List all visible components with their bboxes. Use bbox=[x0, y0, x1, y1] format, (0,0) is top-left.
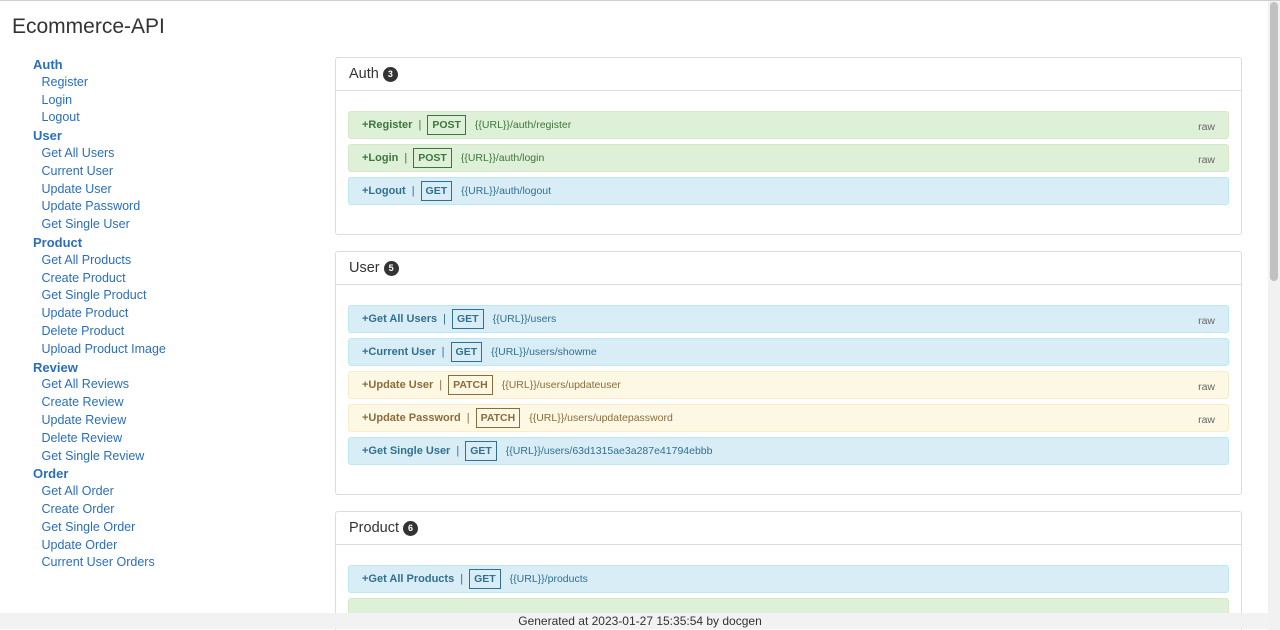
request-url: {{URL}}/auth/logout bbox=[461, 185, 552, 197]
sidebar-item-delete-product[interactable]: Delete Product bbox=[33, 323, 293, 341]
request-url: {{URL}}/users/updateuser bbox=[501, 379, 621, 391]
section-header: Product 6 bbox=[336, 512, 1241, 545]
sidebar-item-update-product[interactable]: Update Product bbox=[33, 305, 293, 323]
request-row-register[interactable]: +Register | POST {{URL}}/auth/register raw bbox=[348, 111, 1229, 139]
separator: | bbox=[404, 152, 408, 164]
request-row-current-user[interactable]: +Current User | GET {{URL}}/users/showme bbox=[348, 338, 1229, 366]
footer: Generated at 2023-01-27 15:35:54 by docg… bbox=[0, 613, 1280, 629]
request-name[interactable]: +Logout bbox=[362, 185, 406, 197]
separator: | bbox=[466, 412, 470, 424]
count-badge: 3 bbox=[382, 66, 398, 82]
sidebar-group-user[interactable]: User bbox=[33, 127, 293, 145]
request-name[interactable]: +Update User bbox=[362, 379, 433, 391]
separator: | bbox=[411, 185, 415, 197]
sidebar-item-get-single-product[interactable]: Get Single Product bbox=[33, 287, 293, 305]
sidebar-item-current-user-orders[interactable]: Current User Orders bbox=[33, 554, 293, 572]
section-title: Auth bbox=[349, 66, 379, 82]
section-auth: Auth 3 +Register | POST {{URL}}/auth/register… bbox=[335, 57, 1242, 235]
request-name[interactable]: +Register bbox=[362, 119, 412, 131]
request-row-get-single-user[interactable]: +Get Single User | GET {{URL}}/users/63d131… bbox=[348, 437, 1229, 465]
sidebar-group-review[interactable]: Review bbox=[33, 359, 293, 377]
sidebar-item-create-review[interactable]: Create Review bbox=[33, 394, 293, 412]
request-url: {{URL}}/products bbox=[509, 573, 588, 585]
sidebar-group-order[interactable]: Order bbox=[33, 465, 293, 483]
request-url: {{URL}}/users/updatepassword bbox=[529, 412, 673, 424]
method-badge: GET bbox=[450, 342, 483, 362]
sidebar-item-get-single-user[interactable]: Get Single User bbox=[33, 216, 293, 234]
request-name[interactable]: +Current User bbox=[362, 346, 436, 358]
sidebar-item-delete-review[interactable]: Delete Review bbox=[33, 430, 293, 448]
method-badge: PATCH bbox=[475, 408, 521, 428]
section-header: User 5 bbox=[336, 252, 1241, 285]
method-badge: GET bbox=[420, 181, 453, 201]
raw-link[interactable]: raw bbox=[1198, 381, 1215, 393]
sidebar-item-update-order[interactable]: Update Order bbox=[33, 537, 293, 555]
method-badge: POST bbox=[427, 115, 466, 135]
sidebar-item-update-review[interactable]: Update Review bbox=[33, 412, 293, 430]
sidebar-item-get-single-order[interactable]: Get Single Order bbox=[33, 519, 293, 537]
raw-link[interactable]: raw bbox=[1198, 121, 1215, 133]
sidebar-item-update-user[interactable]: Update User bbox=[33, 181, 293, 199]
separator: | bbox=[443, 313, 446, 325]
sidebar-item-get-all-order[interactable]: Get All Order bbox=[33, 483, 293, 501]
method-badge: PATCH bbox=[448, 375, 493, 395]
request-row-login[interactable]: +Login | POST {{URL}}/auth/login raw bbox=[348, 144, 1229, 172]
request-url: {{URL}}/users/63d1315ae3a287e41794ebbb bbox=[505, 445, 713, 457]
section-body: +Register | POST {{URL}}/auth/register raw +L… bbox=[336, 91, 1241, 234]
request-url: {{URL}}/auth/register bbox=[474, 119, 572, 131]
request-name[interactable]: +Login bbox=[362, 152, 398, 164]
request-url: {{URL}}/users/showme bbox=[491, 346, 597, 358]
method-badge: GET bbox=[469, 569, 501, 589]
section-user: User 5 +Get All Users | GET {{URL}}/users raw +… bbox=[335, 251, 1242, 495]
sidebar-item-get-single-review[interactable]: Get Single Review bbox=[33, 448, 293, 466]
request-row-get-all-products[interactable]: +Get All Products | GET {{URL}}/products bbox=[348, 565, 1229, 593]
separator: | bbox=[460, 573, 464, 585]
method-badge: POST bbox=[413, 148, 452, 168]
raw-link[interactable]: raw bbox=[1198, 315, 1215, 327]
section-body: +Get All Users | GET {{URL}}/users raw +Curre… bbox=[336, 285, 1241, 494]
request-row-update-user[interactable]: +Update User | PATCH {{URL}}/users/updateus… bbox=[348, 371, 1229, 399]
request-url: {{URL}}/auth/login bbox=[460, 152, 545, 164]
request-row-get-all-users[interactable]: +Get All Users | GET {{URL}}/users raw bbox=[348, 305, 1229, 333]
sidebar-group-auth[interactable]: Auth bbox=[33, 56, 293, 74]
sidebar-item-register[interactable]: Register bbox=[33, 74, 293, 92]
section-title: Product bbox=[349, 520, 399, 536]
section-title: User bbox=[349, 260, 380, 276]
sidebar-item-create-order[interactable]: Create Order bbox=[33, 501, 293, 519]
sidebar-nav: Auth Register Login Logout User Get All Users… bbox=[33, 56, 293, 572]
sidebar-item-create-product[interactable]: Create Product bbox=[33, 270, 293, 288]
app-title: Ecommerce-API bbox=[12, 15, 165, 38]
sidebar-item-current-user[interactable]: Current User bbox=[33, 163, 293, 181]
scrollbar-thumb[interactable] bbox=[1270, 2, 1278, 281]
section-header: Auth 3 bbox=[336, 58, 1241, 91]
separator: | bbox=[418, 119, 422, 131]
sidebar-item-get-all-products[interactable]: Get All Products bbox=[33, 252, 293, 270]
request-name[interactable]: +Get Single User bbox=[362, 445, 450, 457]
raw-link[interactable]: raw bbox=[1198, 154, 1215, 166]
count-badge: 6 bbox=[402, 520, 418, 536]
request-row-update-password[interactable]: +Update Password | PATCH {{URL}}/users/upda… bbox=[348, 404, 1229, 432]
sidebar-item-logout[interactable]: Logout bbox=[33, 109, 293, 127]
separator: | bbox=[439, 379, 443, 391]
count-badge: 5 bbox=[383, 260, 399, 276]
request-row-logout[interactable]: +Logout | GET {{URL}}/auth/logout bbox=[348, 177, 1229, 205]
method-badge: GET bbox=[465, 441, 497, 461]
separator: | bbox=[456, 445, 460, 457]
request-name[interactable]: +Get All Users bbox=[362, 313, 437, 325]
sidebar-item-update-password[interactable]: Update Password bbox=[33, 198, 293, 216]
request-url: {{URL}}/users bbox=[492, 313, 557, 325]
separator: | bbox=[441, 346, 445, 358]
request-name[interactable]: +Get All Products bbox=[362, 573, 454, 585]
sidebar-group-product[interactable]: Product bbox=[33, 234, 293, 252]
method-badge: GET bbox=[451, 309, 484, 329]
sidebar-item-get-all-users[interactable]: Get All Users bbox=[33, 145, 293, 163]
main-content: Auth 3 +Register | POST {{URL}}/auth/register… bbox=[335, 57, 1242, 630]
sidebar-item-upload-product-image[interactable]: Upload Product Image bbox=[33, 341, 293, 359]
request-name[interactable]: +Update Password bbox=[362, 412, 461, 424]
sidebar-item-login[interactable]: Login bbox=[33, 92, 293, 110]
raw-link[interactable]: raw bbox=[1198, 414, 1215, 426]
scrollbar[interactable] bbox=[1268, 1, 1280, 630]
sidebar-item-get-all-reviews[interactable]: Get All Reviews bbox=[33, 376, 293, 394]
